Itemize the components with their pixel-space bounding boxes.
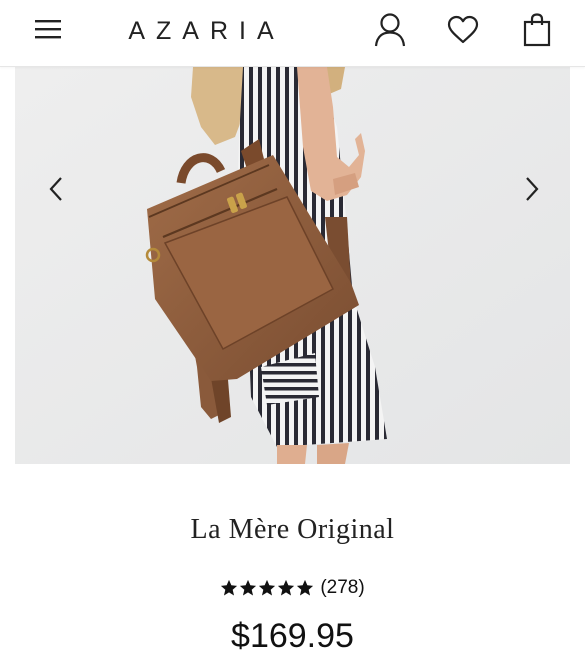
next-image-button[interactable] [517, 169, 547, 209]
star-rating [220, 579, 314, 597]
menu-button[interactable] [30, 14, 66, 44]
review-count[interactable]: (278) [320, 577, 364, 599]
star-icon [259, 579, 276, 596]
site-header: AZARIA [0, 0, 585, 67]
menu-icon [35, 20, 61, 39]
brand-logo[interactable]: AZARIA [104, 14, 309, 48]
star-icon [297, 579, 314, 596]
star-icon [240, 579, 257, 596]
product-title: La Mère Original [190, 514, 395, 545]
account-icon [374, 13, 406, 47]
shopping-bag-icon [523, 13, 551, 47]
product-photo [15, 67, 570, 464]
product-image-gallery[interactable] [15, 67, 570, 464]
chevron-left-icon [49, 177, 62, 201]
shopping-bag-button[interactable] [517, 10, 557, 50]
heart-icon [447, 15, 479, 44]
product-price: $169.95 [231, 617, 354, 655]
previous-image-button[interactable] [41, 169, 71, 209]
chevron-right-icon [526, 177, 539, 201]
account-button[interactable] [370, 10, 410, 50]
star-icon [278, 579, 295, 596]
wishlist-button[interactable] [443, 12, 483, 48]
product-rating[interactable]: (278) [0, 577, 585, 599]
star-icon [221, 579, 238, 596]
